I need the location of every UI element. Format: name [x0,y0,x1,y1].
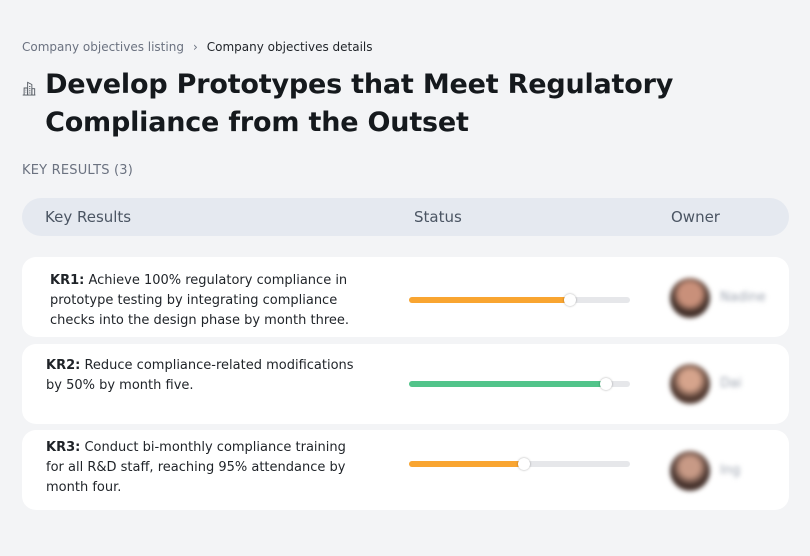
kr-description: KR1: Achieve 100% regulatory compliance … [50,271,350,331]
column-header-owner: Owner [671,208,720,226]
status-progress-bar [409,294,630,306]
status-progress-knob[interactable] [517,458,530,470]
column-header-status: Status [414,208,462,226]
key-results-count-label: KEY RESULTS (3) [22,163,134,178]
owner-avatar [670,364,710,404]
objective-header: Develop Prototypes that Meet Regulatory … [22,66,792,142]
status-progress-knob[interactable] [564,294,577,306]
kr-id: KR1: [50,273,85,288]
owner-avatar [670,278,710,318]
breadcrumb-current: Company objectives details [206,40,373,54]
status-progress-knob[interactable] [599,378,612,390]
owner-name: Nadine [720,290,766,305]
chevron-right-icon: › [192,40,198,54]
breadcrumb-link-objectives-listing[interactable]: Company objectives listing [22,40,184,54]
buildings-icon [22,81,36,96]
table-row[interactable]: KR1: Achieve 100% regulatory compliance … [22,257,789,337]
kr-description: KR2: Reduce compliance-related modificat… [46,356,366,396]
kr-text: Reduce compliance-related modifications … [46,358,354,393]
kr-description: KR3: Conduct bi-monthly compliance train… [46,438,366,498]
owner-avatar [670,451,710,491]
status-progress-fill [409,297,571,303]
breadcrumb: Company objectives listing › Company obj… [22,40,373,54]
owner-name: Dai [720,376,742,391]
column-header-key-results: Key Results [45,208,132,226]
status-progress-fill [409,461,524,467]
owner-name: Ing [720,463,741,478]
kr-text: Achieve 100% regulatory compliance in pr… [50,273,350,328]
status-progress-bar [409,378,630,390]
kr-id: KR3: [46,440,81,455]
table-row[interactable]: KR3: Conduct bi-monthly compliance train… [22,430,789,510]
table-header: Key Results Status Owner [22,198,789,236]
table-row[interactable]: KR2: Reduce compliance-related modificat… [22,344,789,424]
kr-id: KR2: [46,358,81,373]
status-progress-bar [409,458,630,470]
kr-text: Conduct bi-monthly compliance training f… [46,440,346,495]
status-progress-fill [409,381,606,387]
page-title: Develop Prototypes that Meet Regulatory … [45,69,674,138]
